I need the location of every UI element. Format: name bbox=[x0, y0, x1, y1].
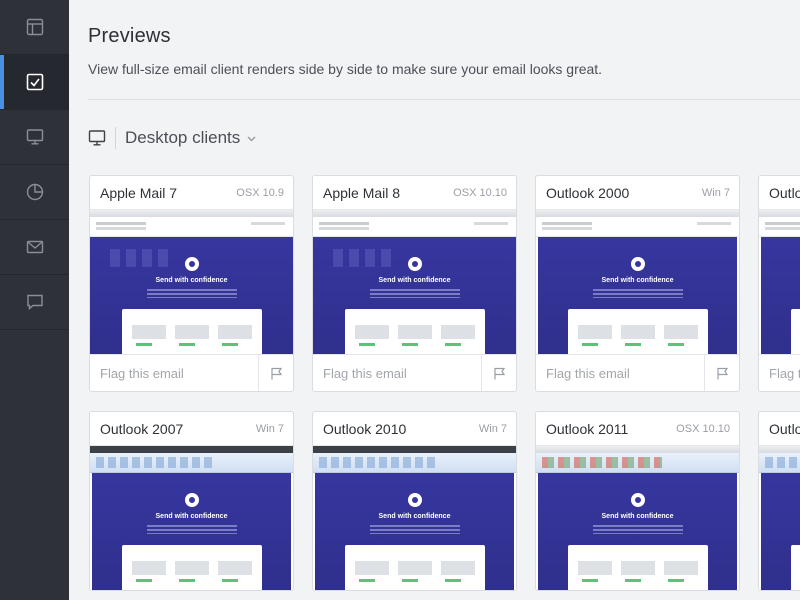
client-name: Outlook 2011 bbox=[546, 420, 629, 437]
flag-label[interactable]: Flag this email bbox=[100, 366, 184, 381]
client-os: OSX 10.9 bbox=[236, 186, 284, 199]
client-name: Outlook 2010 bbox=[323, 420, 407, 437]
main-content: Previews View full-size email client ren… bbox=[69, 0, 800, 600]
preview-card[interactable]: Apple Mail 7 OSX 10.9 Send with confiden… bbox=[89, 175, 294, 392]
section-title[interactable]: Desktop clients bbox=[125, 128, 240, 148]
flag-label[interactable]: Flag this email bbox=[546, 366, 630, 381]
card-header: Outlook 2000 Win 7 bbox=[536, 176, 739, 209]
brand-logo-icon bbox=[630, 493, 645, 507]
email-headline: Send with confidence bbox=[601, 513, 674, 520]
preview-card[interactable]: Outlo bbox=[758, 411, 800, 591]
email-headline: Send with confidence bbox=[378, 513, 451, 520]
preview-card[interactable]: Outlook 2011 OSX 10.10 Send with confide… bbox=[535, 411, 740, 591]
email-headline: Send with confidence bbox=[155, 513, 228, 520]
flag-label[interactable]: Flag this email bbox=[323, 366, 407, 381]
card-footer: Flag this email bbox=[313, 354, 516, 391]
client-name: Apple Mail 8 bbox=[323, 184, 401, 201]
preview-card[interactable]: Outlook 2007 Win 7 Send with confidence bbox=[89, 411, 294, 591]
client-name: Outlo bbox=[769, 184, 800, 201]
monitor-icon bbox=[26, 129, 43, 145]
email-headline: Send with confidence bbox=[601, 277, 674, 284]
card-footer: Flag t bbox=[759, 354, 800, 391]
card-footer: Flag this email bbox=[536, 354, 739, 391]
pie-chart-icon bbox=[26, 183, 43, 201]
card-header: Outlook 2010 Win 7 bbox=[313, 412, 516, 445]
mail-icon bbox=[26, 240, 43, 254]
brand-logo-icon bbox=[630, 257, 645, 271]
flag-icon bbox=[716, 367, 728, 379]
client-name: Outlook 2000 bbox=[546, 184, 630, 201]
sidebar-item-checklist[interactable] bbox=[0, 55, 69, 110]
client-os: OSX 10.10 bbox=[453, 186, 507, 199]
email-render-thumbnail[interactable]: Send with confidence bbox=[313, 209, 516, 354]
chat-icon bbox=[26, 294, 43, 311]
section-header: Desktop clients bbox=[88, 124, 257, 152]
brand-logo-icon bbox=[184, 257, 199, 271]
flag-icon bbox=[270, 367, 282, 379]
brand-logo-icon bbox=[407, 257, 422, 271]
client-os: Win 7 bbox=[478, 422, 507, 435]
sidebar-item-monitor[interactable] bbox=[0, 110, 69, 165]
card-header: Apple Mail 8 OSX 10.10 bbox=[313, 176, 516, 209]
card-header: Outlook 2011 OSX 10.10 bbox=[536, 412, 739, 445]
card-header: Outlook 2007 Win 7 bbox=[90, 412, 293, 445]
checklist-icon bbox=[26, 73, 43, 91]
sidebar-item-chat[interactable] bbox=[0, 275, 69, 330]
brand-logo-icon bbox=[407, 493, 422, 507]
card-header: Outlo bbox=[759, 176, 800, 209]
preview-card[interactable]: Outlook 2010 Win 7 Send with confidence bbox=[312, 411, 517, 591]
card-header: Apple Mail 7 OSX 10.9 bbox=[90, 176, 293, 209]
flag-button[interactable] bbox=[481, 354, 516, 391]
flag-button[interactable] bbox=[704, 354, 739, 391]
email-render-thumbnail[interactable]: Send with confidence bbox=[536, 209, 739, 354]
flag-label[interactable]: Flag t bbox=[769, 366, 800, 381]
brand-logo-icon bbox=[184, 493, 199, 507]
email-render-thumbnail[interactable]: Send with confidence bbox=[90, 445, 293, 590]
layout-icon bbox=[26, 18, 43, 36]
card-footer: Flag this email bbox=[90, 354, 293, 391]
sidebar bbox=[0, 0, 69, 600]
email-render-thumbnail[interactable] bbox=[759, 209, 800, 354]
email-render-thumbnail[interactable]: Send with confidence bbox=[536, 445, 739, 590]
preview-card[interactable]: Outlo Flag t bbox=[758, 175, 800, 392]
page-title: Previews bbox=[88, 25, 171, 47]
flag-icon bbox=[493, 367, 505, 379]
chevron-down-icon[interactable] bbox=[246, 133, 257, 144]
preview-card[interactable]: Apple Mail 8 OSX 10.10 Send with confide… bbox=[312, 175, 517, 392]
monitor-icon bbox=[88, 130, 106, 146]
sidebar-item-analytics[interactable] bbox=[0, 165, 69, 220]
email-render-thumbnail[interactable] bbox=[759, 445, 800, 590]
email-headline: Send with confidence bbox=[378, 277, 451, 284]
page-description: View full-size email client renders side… bbox=[88, 61, 603, 77]
client-os: Win 7 bbox=[701, 186, 730, 199]
sidebar-item-mail[interactable] bbox=[0, 220, 69, 275]
divider bbox=[88, 99, 800, 100]
sidebar-item-layout[interactable] bbox=[0, 0, 69, 55]
client-os: Win 7 bbox=[255, 422, 284, 435]
preview-card[interactable]: Outlook 2000 Win 7 Send with confidence … bbox=[535, 175, 740, 392]
client-os: OSX 10.10 bbox=[676, 422, 730, 435]
client-name: Outlo bbox=[769, 420, 800, 437]
flag-button[interactable] bbox=[258, 354, 293, 391]
client-name: Outlook 2007 bbox=[100, 420, 184, 437]
client-name: Apple Mail 7 bbox=[100, 184, 178, 201]
email-headline: Send with confidence bbox=[155, 277, 228, 284]
separator bbox=[115, 127, 116, 149]
email-render-thumbnail[interactable]: Send with confidence bbox=[313, 445, 516, 590]
email-render-thumbnail[interactable]: Send with confidence bbox=[90, 209, 293, 354]
card-header: Outlo bbox=[759, 412, 800, 445]
